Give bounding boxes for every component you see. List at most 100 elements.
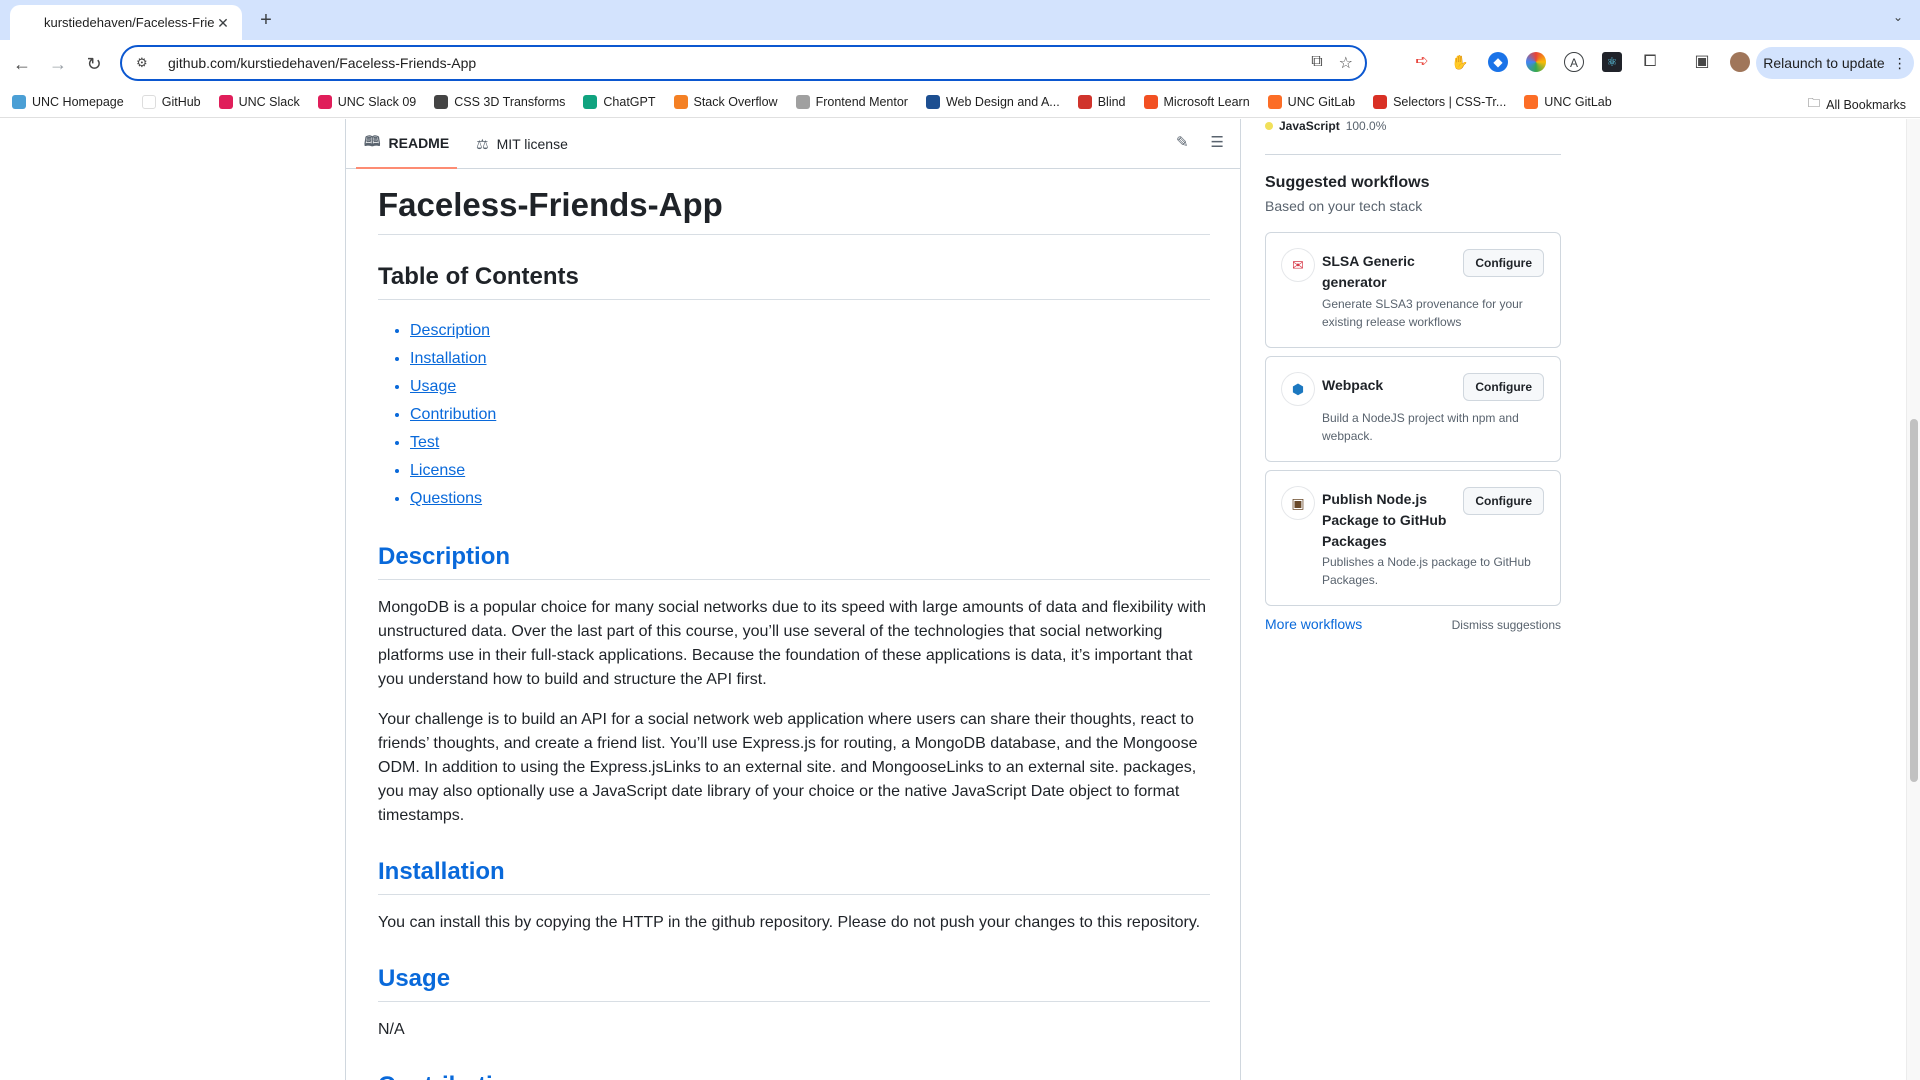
- toc-item: Test: [410, 429, 1210, 457]
- toc-link-questions[interactable]: Questions: [410, 490, 482, 507]
- bookmark-favicon: [925, 94, 940, 109]
- scale-icon: ⚖: [476, 135, 489, 152]
- bookmark-favicon: [434, 94, 449, 109]
- readme-panel: 🕮 README ⚖ MIT license ✎ ☰ Faceless-Frie…: [345, 119, 1241, 1080]
- markdown-body: Faceless-Friends-App Table of Contents D…: [378, 170, 1210, 1080]
- toc-link-license[interactable]: License: [410, 462, 465, 479]
- suggested-workflows-title: Suggested workflows: [1265, 174, 1430, 191]
- webpack-icon: ⬢: [1282, 373, 1314, 405]
- bookmark-item[interactable]: Blind: [1077, 94, 1126, 109]
- bookmark-favicon: [141, 94, 156, 109]
- bookmarks-bar: UNC Homepage GitHub UNC Slack UNC Slack …: [0, 86, 1920, 118]
- description-heading: Description: [378, 543, 1210, 580]
- bookmark-item[interactable]: ChatGPT: [583, 94, 656, 109]
- workflow-name: Webpack: [1322, 377, 1384, 393]
- workflow-description: Generate SLSA3 provenance for your exist…: [1322, 297, 1523, 329]
- readme-tab-bar: 🕮 README ⚖ MIT license ✎ ☰: [346, 119, 1240, 169]
- configure-button[interactable]: Configure: [1463, 487, 1544, 515]
- configure-button[interactable]: Configure: [1463, 373, 1544, 401]
- bookmark-item[interactable]: UNC Slack 09: [317, 94, 416, 109]
- outline-list-icon[interactable]: ☰: [1211, 133, 1224, 151]
- toc-link-description[interactable]: Description: [410, 322, 490, 339]
- install-app-icon[interactable]: ⧉: [1311, 53, 1322, 73]
- new-tab-button[interactable]: +: [254, 8, 278, 32]
- workflow-description: Publishes a Node.js package to GitHub Pa…: [1322, 555, 1531, 587]
- toc-link-contribution[interactable]: Contribution: [410, 406, 496, 423]
- contribution-heading: Contribution: [378, 1072, 1210, 1080]
- toc-item: License: [410, 457, 1210, 485]
- tab-license[interactable]: ⚖ MIT license: [468, 119, 576, 169]
- side-panel-icon[interactable]: ▣: [1692, 52, 1712, 72]
- toc-link-test[interactable]: Test: [410, 434, 439, 451]
- page-scrollbar[interactable]: [1906, 119, 1920, 1080]
- bookmark-item[interactable]: Stack Overflow: [673, 94, 778, 109]
- language-color-dot: [1265, 122, 1273, 130]
- language-name: JavaScript: [1279, 119, 1340, 133]
- bookmark-item[interactable]: UNC GitLab: [1267, 94, 1355, 109]
- extension-blue-icon[interactable]: ◆: [1488, 52, 1508, 72]
- bookmark-favicon: [673, 94, 688, 109]
- extension-react-icon[interactable]: ⚛: [1602, 52, 1622, 72]
- bookmark-item[interactable]: GitHub: [141, 94, 201, 109]
- bookmark-item[interactable]: Frontend Mentor: [795, 94, 908, 109]
- description-paragraph-2: Your challenge is to build an API for a …: [378, 711, 1198, 824]
- tab-readme[interactable]: 🕮 README: [356, 119, 458, 169]
- extensions-puzzle-icon[interactable]: ⧠: [1640, 52, 1660, 72]
- readme-title: Faceless-Friends-App: [378, 170, 1210, 235]
- forward-arrow-icon[interactable]: →: [46, 52, 70, 76]
- bookmark-item[interactable]: CSS 3D Transforms: [434, 94, 565, 109]
- bookmark-item[interactable]: Selectors | CSS-Tr...: [1373, 94, 1506, 109]
- all-bookmarks-label: All Bookmarks: [1826, 97, 1906, 112]
- relaunch-button[interactable]: Relaunch to update ⋮: [1756, 47, 1914, 79]
- bookmark-favicon: [1143, 94, 1158, 109]
- close-tab-icon[interactable]: ✕: [214, 14, 232, 32]
- more-menu-icon[interactable]: ⋮: [1893, 55, 1907, 72]
- bookmark-favicon: [218, 94, 233, 109]
- profile-avatar[interactable]: [1730, 52, 1750, 72]
- bookmark-favicon: [12, 94, 26, 109]
- language-percent: 100.0%: [1345, 119, 1387, 133]
- slsa-icon: ✉: [1282, 249, 1314, 281]
- bookmark-item[interactable]: UNC GitLab: [1524, 94, 1612, 109]
- bookmark-item[interactable]: Web Design and A...: [925, 94, 1060, 109]
- tab-search-icon[interactable]: ⌄: [1888, 10, 1908, 30]
- tab-title: kurstiedehaven/Faceless-Frie: [44, 15, 214, 30]
- bookmark-favicon: [583, 94, 598, 109]
- toc-link-usage[interactable]: Usage: [410, 378, 456, 395]
- extension-red-icon[interactable]: ➪: [1412, 52, 1432, 72]
- dismiss-suggestions-button[interactable]: Dismiss suggestions: [1452, 618, 1561, 632]
- toc-heading: Table of Contents: [378, 263, 1210, 300]
- pencil-icon[interactable]: ✎: [1176, 133, 1189, 151]
- tab-strip: kurstiedehaven/Faceless-Frie ✕ + ⌄: [0, 0, 1920, 40]
- workflow-name: Publish Node.js Package to GitHub Packag…: [1322, 491, 1447, 549]
- bookmark-item[interactable]: UNC Homepage: [12, 94, 124, 109]
- usage-heading: Usage: [378, 965, 1210, 1002]
- browser-toolbar: ← → ↻ ⚙ github.com/kurstiedehaven/Facele…: [0, 40, 1920, 86]
- toc-item: Installation: [410, 345, 1210, 373]
- reload-icon[interactable]: ↻: [82, 52, 106, 76]
- bookmark-item[interactable]: UNC Slack: [218, 94, 300, 109]
- all-bookmarks-button[interactable]: 🗀 All Bookmarks: [1808, 94, 1906, 115]
- extension-hand-icon[interactable]: ✋: [1450, 52, 1470, 72]
- scrollbar-thumb[interactable]: [1910, 419, 1918, 782]
- more-workflows-link[interactable]: More workflows: [1265, 616, 1362, 632]
- package-icon: ▣: [1282, 487, 1314, 519]
- toc-link-installation[interactable]: Installation: [410, 350, 487, 367]
- site-info-icon[interactable]: ⚙: [136, 55, 152, 71]
- bookmark-favicon: [1524, 94, 1539, 109]
- extension-color-icon[interactable]: [1526, 52, 1546, 72]
- browser-tab[interactable]: kurstiedehaven/Faceless-Frie ✕: [10, 5, 242, 40]
- usage-paragraph: N/A: [378, 1021, 405, 1038]
- bookmark-item[interactable]: Microsoft Learn: [1143, 94, 1250, 109]
- installation-heading: Installation: [378, 858, 1210, 895]
- tab-readme-label: README: [388, 135, 450, 151]
- workflow-description: Build a NodeJS project with npm and webp…: [1322, 411, 1519, 443]
- back-arrow-icon[interactable]: ←: [10, 52, 34, 76]
- extension-a-icon[interactable]: A: [1564, 52, 1584, 72]
- language-stat[interactable]: JavaScript 100.0%: [1265, 119, 1386, 133]
- bookmark-favicon: [1077, 94, 1092, 109]
- bookmark-star-icon[interactable]: ☆: [1339, 53, 1353, 73]
- address-bar[interactable]: ⚙ github.com/kurstiedehaven/Faceless-Fri…: [120, 45, 1367, 81]
- relaunch-label: Relaunch to update: [1763, 55, 1885, 71]
- configure-button[interactable]: Configure: [1463, 249, 1544, 277]
